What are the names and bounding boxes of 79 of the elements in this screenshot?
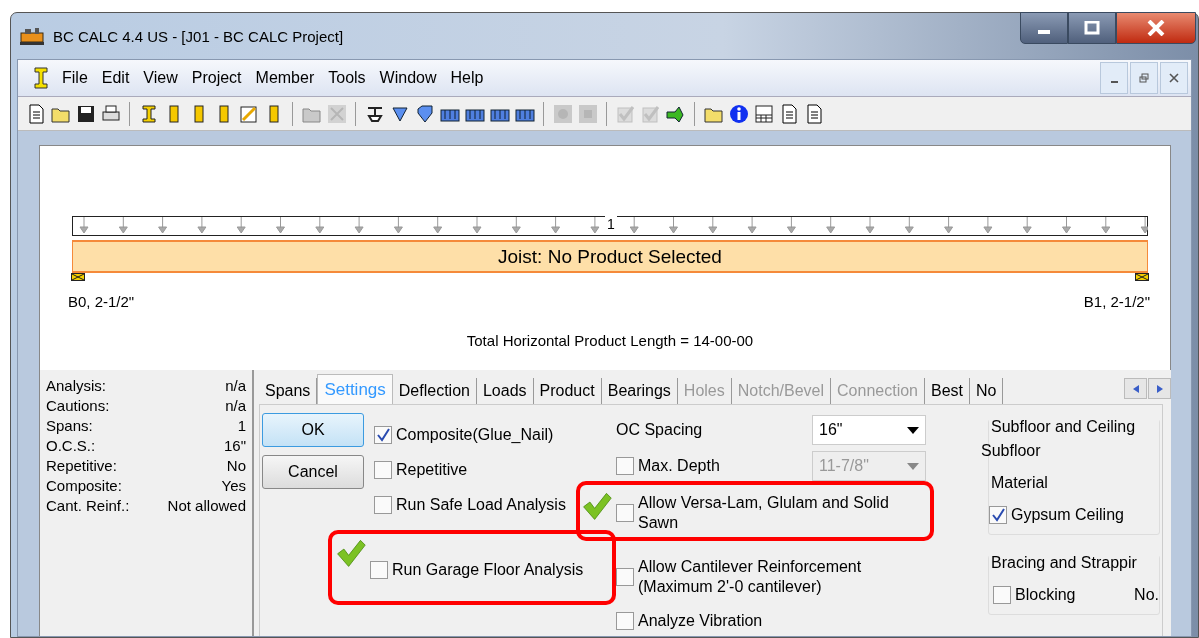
menu-item[interactable]: Window (379, 67, 437, 89)
summary-label: O.C.S.: (46, 436, 96, 456)
option-label[interactable]: Gypsum Ceiling (1011, 506, 1124, 524)
span-label: 1 (605, 216, 617, 232)
left-arrow-icon (1131, 383, 1140, 394)
summary-value: n/a (225, 376, 246, 396)
menu-item[interactable]: Member (255, 67, 315, 89)
checkbox[interactable] (993, 586, 1011, 604)
option-label[interactable]: Run Garage Floor Analysis (392, 560, 584, 579)
bearing-icon (1135, 273, 1149, 281)
group-title: Subfloor and Ceiling (989, 418, 1159, 436)
menu-item[interactable]: File (62, 67, 88, 89)
oc-spacing-dropdown[interactable]: 16" (812, 415, 926, 445)
check-icon (582, 491, 612, 521)
maximize-button[interactable] (1068, 12, 1116, 44)
summary-value: 1 (237, 416, 246, 436)
summary-value: Not allowed (167, 496, 246, 516)
summary-label: Composite: (46, 476, 122, 496)
right-arrow-icon (1155, 383, 1164, 394)
menu-item[interactable]: Edit (101, 67, 130, 89)
close-icon (1145, 20, 1167, 36)
checkbox[interactable] (989, 506, 1007, 524)
restore-button[interactable] (1130, 62, 1158, 94)
minimize-button[interactable] (1020, 12, 1068, 44)
restore-icon (1139, 73, 1149, 83)
check-icon (336, 538, 366, 568)
ok-button[interactable]: OK (262, 413, 364, 447)
minimize-icon (1038, 30, 1050, 34)
option-label[interactable]: Repetitive (396, 460, 468, 479)
summary-label: Cant. Reinf.: (46, 496, 130, 516)
checkbox[interactable] (616, 568, 634, 586)
option-label[interactable]: Composite(Glue_Nail) (396, 425, 554, 444)
beam-icon (34, 67, 48, 89)
option-label[interactable]: Blocking (1015, 586, 1076, 604)
checkbox[interactable] (374, 425, 392, 444)
total-length-text: Total Horizontal Product Length = 14-00-00 (465, 332, 755, 349)
window-title: BC CALC 4.4 US - [J01 - BC CALC Project] (53, 27, 344, 45)
caret-icon (907, 462, 919, 470)
checkbox[interactable] (374, 460, 392, 479)
summary-value: 16" (224, 436, 246, 456)
summary-label: Repetitive: (46, 456, 117, 476)
oc-spacing-label: OC Spacing (616, 421, 703, 439)
option-label[interactable]: Allow Versa-Lam, Glulam and Solid Sawn (638, 493, 916, 533)
checkbox[interactable] (616, 457, 634, 475)
option-label[interactable]: Max. Depth (638, 457, 720, 475)
scroll-left-button[interactable] (1124, 378, 1147, 399)
menu-item[interactable]: View (143, 67, 178, 89)
group-title: Bracing and Strappir (989, 554, 1159, 572)
checkbox[interactable] (616, 504, 634, 522)
app-icon (19, 26, 45, 46)
summary-label: Analysis: (46, 376, 107, 396)
summary-label: Cautions: (46, 396, 110, 416)
checkbox[interactable] (370, 560, 388, 579)
summary-value: No (226, 456, 246, 476)
column-label: No. (1134, 586, 1159, 604)
caret-icon (907, 426, 919, 434)
bearing-label: B1, 2-1/2" (1083, 293, 1150, 310)
option-label[interactable]: Run Safe Load Analysis (396, 495, 566, 514)
menu-item[interactable]: Help (450, 67, 484, 89)
close-icon (1169, 73, 1179, 83)
checkbox[interactable] (616, 612, 634, 630)
cancel-button[interactable]: Cancel (262, 455, 364, 489)
menu-item[interactable]: Project (191, 67, 242, 89)
checkbox[interactable] (374, 495, 392, 514)
menu-item[interactable]: Tools (328, 67, 366, 89)
summary-value: Yes (221, 476, 246, 496)
maximize-icon (1083, 21, 1101, 35)
subfloor-label: Subfloor (981, 442, 1042, 460)
bearing-icon (71, 273, 85, 281)
scroll-right-button[interactable] (1148, 378, 1171, 399)
material-label: Material (991, 474, 1049, 492)
minimize-icon (1110, 81, 1118, 83)
joist-bar: Joist: No Product Selected (72, 240, 1148, 273)
option-label[interactable]: Analyze Vibration (638, 611, 763, 631)
summary-label: Spans: (46, 416, 93, 436)
bearing-label: B0, 2-1/2" (68, 293, 135, 310)
close-button[interactable] (1116, 12, 1196, 44)
option-label[interactable]: Allow Cantilever Reinforcement (Maximum 2'-0 cantilever) (638, 557, 916, 597)
summary-value: n/a (225, 396, 246, 416)
